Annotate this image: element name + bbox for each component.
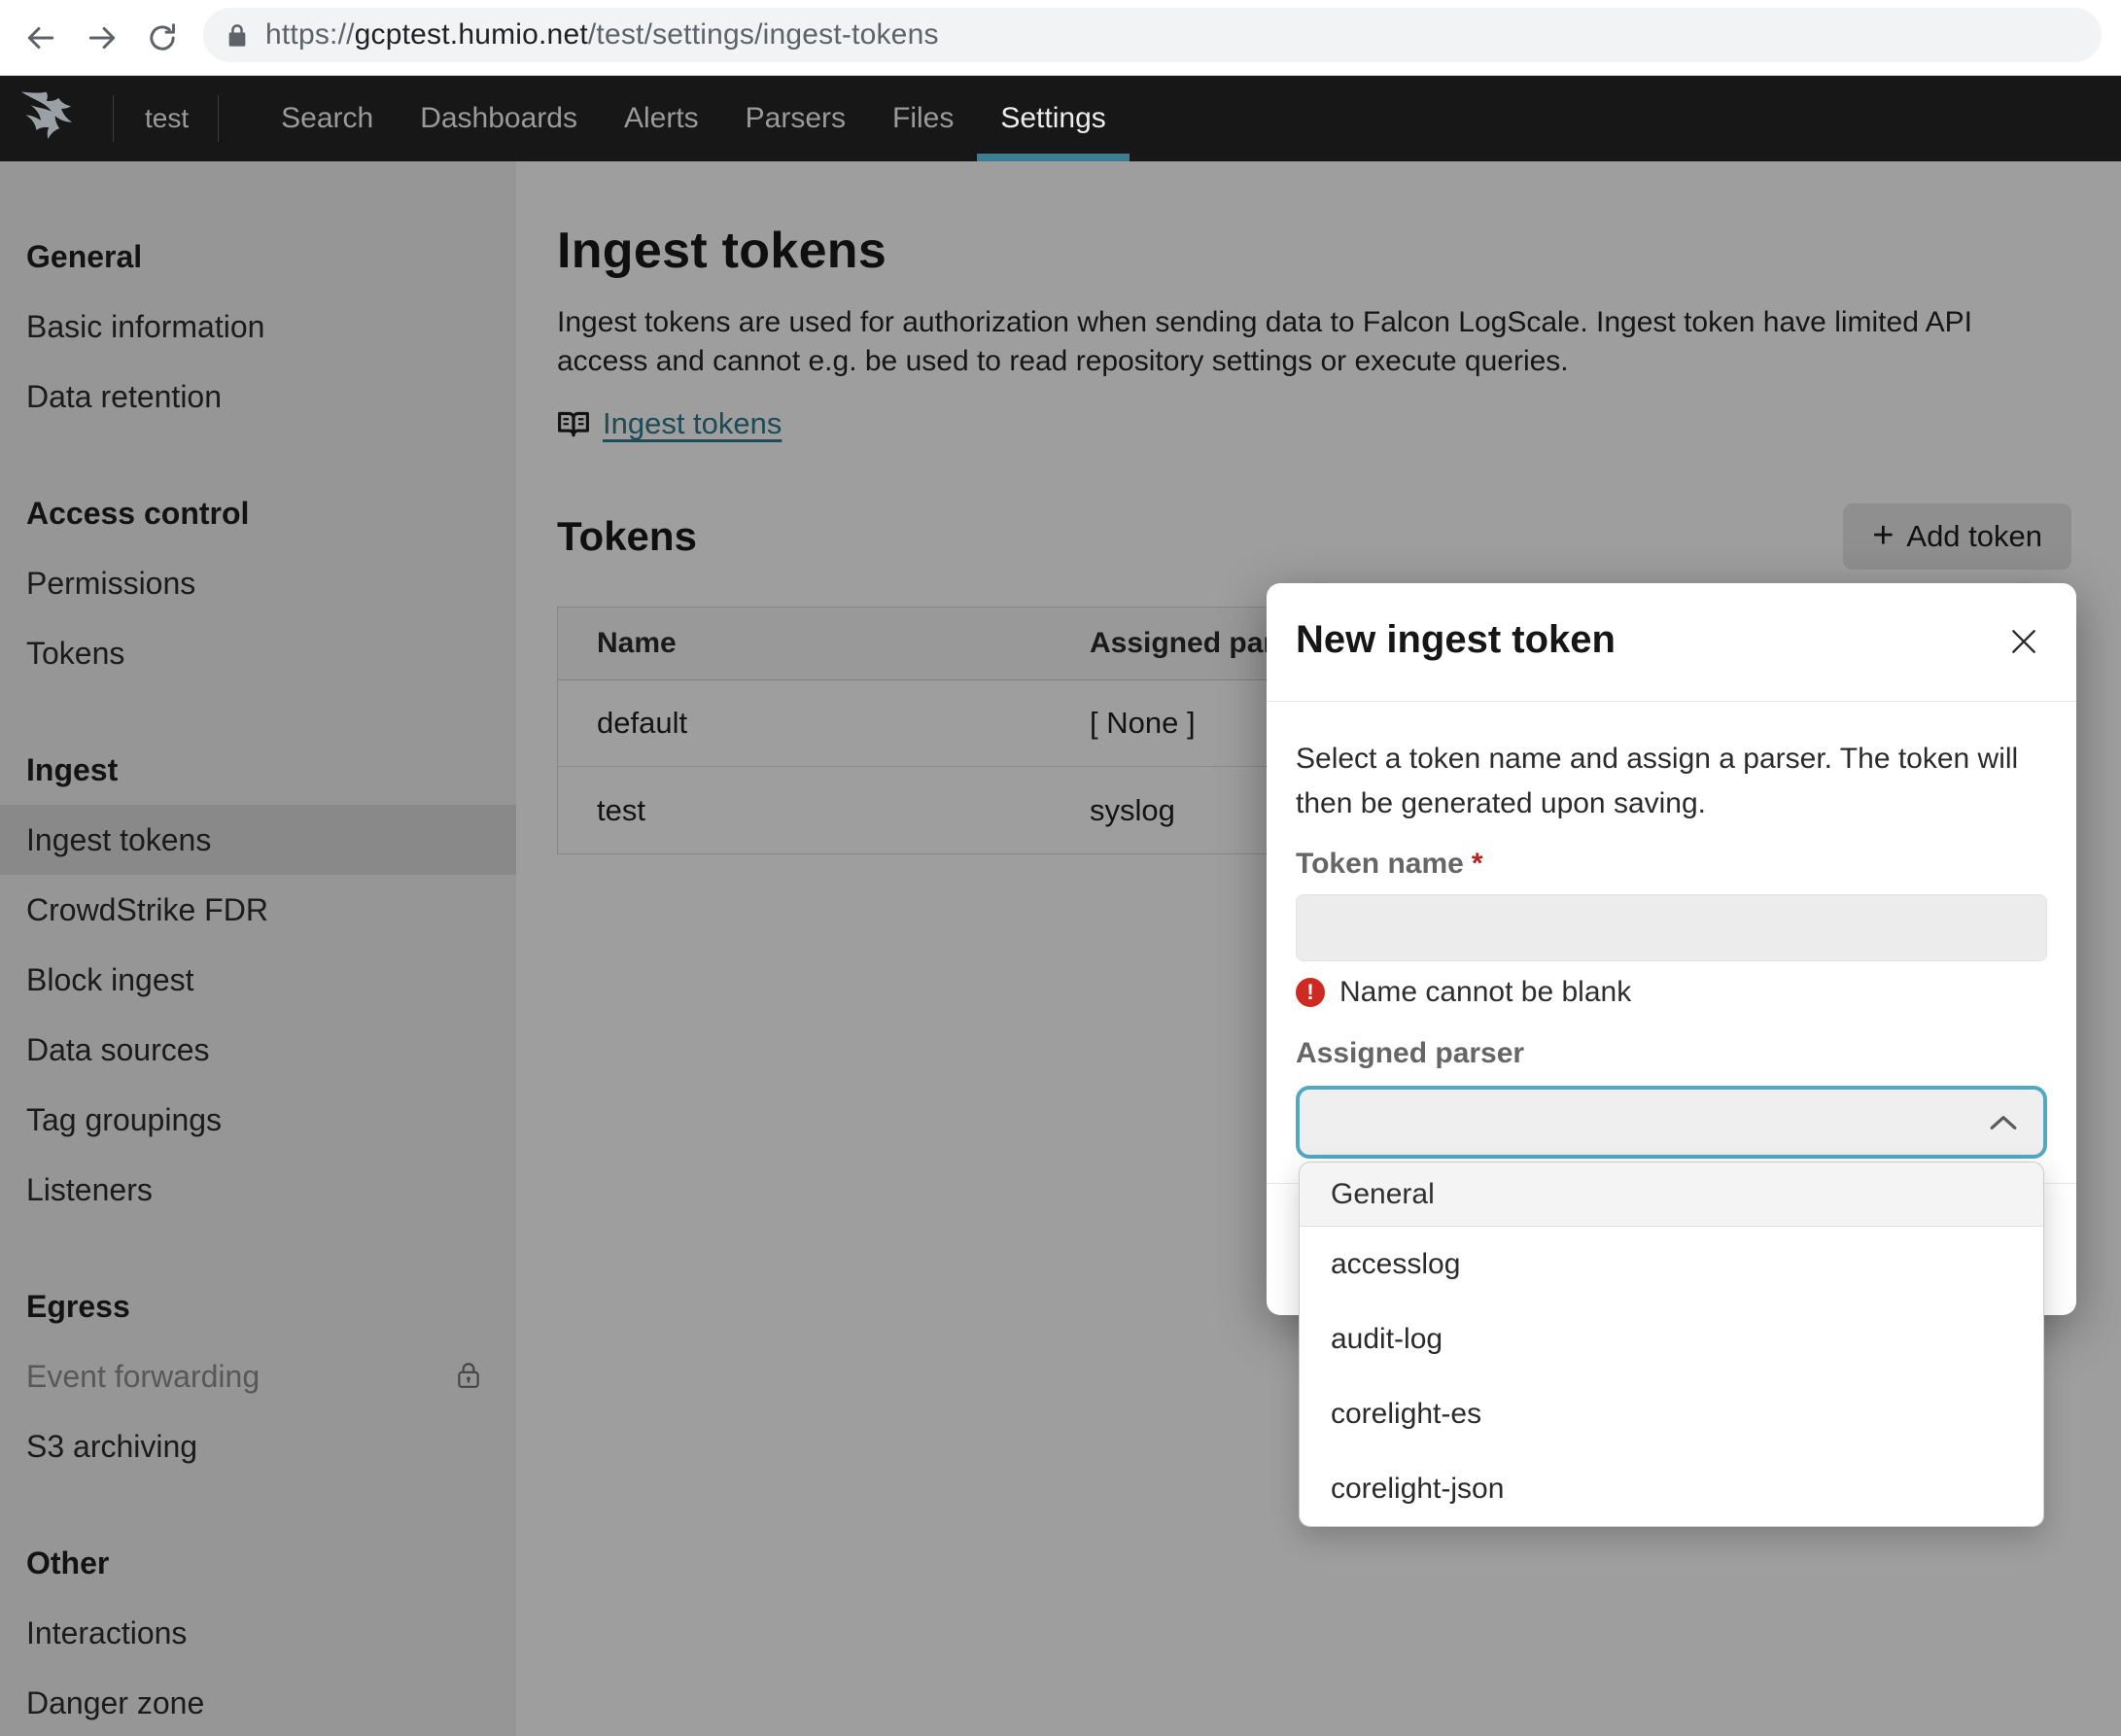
url-domain: gcptest.humio.net — [355, 18, 588, 51]
back-arrow-icon — [24, 21, 57, 54]
token-name-input[interactable] — [1296, 894, 2047, 961]
dropdown-option-accesslog[interactable]: accesslog — [1300, 1227, 2043, 1302]
dropdown-option-corelight-es[interactable]: corelight-es — [1300, 1376, 2043, 1451]
nav-menu: Search Dashboards Alerts Parsers Files S… — [258, 76, 1130, 161]
nav-separator — [113, 95, 114, 142]
screen: https://gcptest.humio.net/test/settings/… — [0, 0, 2121, 1736]
repo-name[interactable]: test — [145, 103, 189, 134]
nav-item-alerts[interactable]: Alerts — [601, 76, 722, 161]
browser-chrome: https://gcptest.humio.net/test/settings/… — [0, 0, 2121, 76]
browser-reload-button[interactable] — [146, 21, 179, 54]
url-scheme: https:// — [265, 18, 355, 51]
url-text: https://gcptest.humio.net/test/settings/… — [265, 18, 939, 52]
token-name-label-text: Token name — [1296, 848, 1464, 880]
nav-item-settings[interactable]: Settings — [977, 76, 1129, 161]
nav-item-parsers[interactable]: Parsers — [722, 76, 869, 161]
assigned-parser-select[interactable] — [1296, 1086, 2047, 1159]
crowdstrike-falcon-logo-icon — [19, 89, 84, 148]
address-bar[interactable]: https://gcptest.humio.net/test/settings/… — [203, 8, 2102, 62]
url-path: /test/settings/ingest-tokens — [588, 18, 939, 51]
modal-body: Select a token name and assign a parser.… — [1267, 737, 2076, 1159]
modal-close-button[interactable] — [2004, 622, 2043, 661]
top-nav: test Search Dashboards Alerts Parsers Fi… — [0, 76, 2121, 161]
chevron-up-icon — [1989, 1114, 2018, 1131]
required-asterisk: * — [1472, 848, 1483, 880]
browser-forward-button[interactable] — [86, 21, 119, 54]
parser-dropdown-menu: General accesslog audit-log corelight-es… — [1299, 1162, 2044, 1527]
dropdown-option-audit-log[interactable]: audit-log — [1300, 1302, 2043, 1376]
browser-back-button[interactable] — [24, 21, 57, 54]
reload-icon — [146, 21, 179, 54]
dropdown-option-corelight-json[interactable]: corelight-json — [1300, 1451, 2043, 1526]
nav-item-dashboards[interactable]: Dashboards — [397, 76, 601, 161]
forward-arrow-icon — [86, 21, 119, 54]
modal-title: New ingest token — [1296, 618, 2047, 662]
modal-description: Select a token name and assign a parser.… — [1296, 737, 2044, 826]
token-name-label: Token name* — [1296, 848, 2047, 883]
error-icon: ! — [1296, 978, 1325, 1007]
assigned-parser-label: Assigned parser — [1296, 1037, 2047, 1072]
nav-item-files[interactable]: Files — [869, 76, 977, 161]
error-text: Name cannot be blank — [1339, 976, 1631, 1009]
lock-icon — [227, 22, 247, 48]
modal-header: New ingest token — [1267, 583, 2076, 702]
nav-separator — [218, 95, 219, 142]
close-icon — [2008, 626, 2039, 657]
dropdown-group-header: General — [1300, 1163, 2043, 1227]
validation-error: ! Name cannot be blank — [1296, 975, 2047, 1010]
nav-item-search[interactable]: Search — [258, 76, 397, 161]
